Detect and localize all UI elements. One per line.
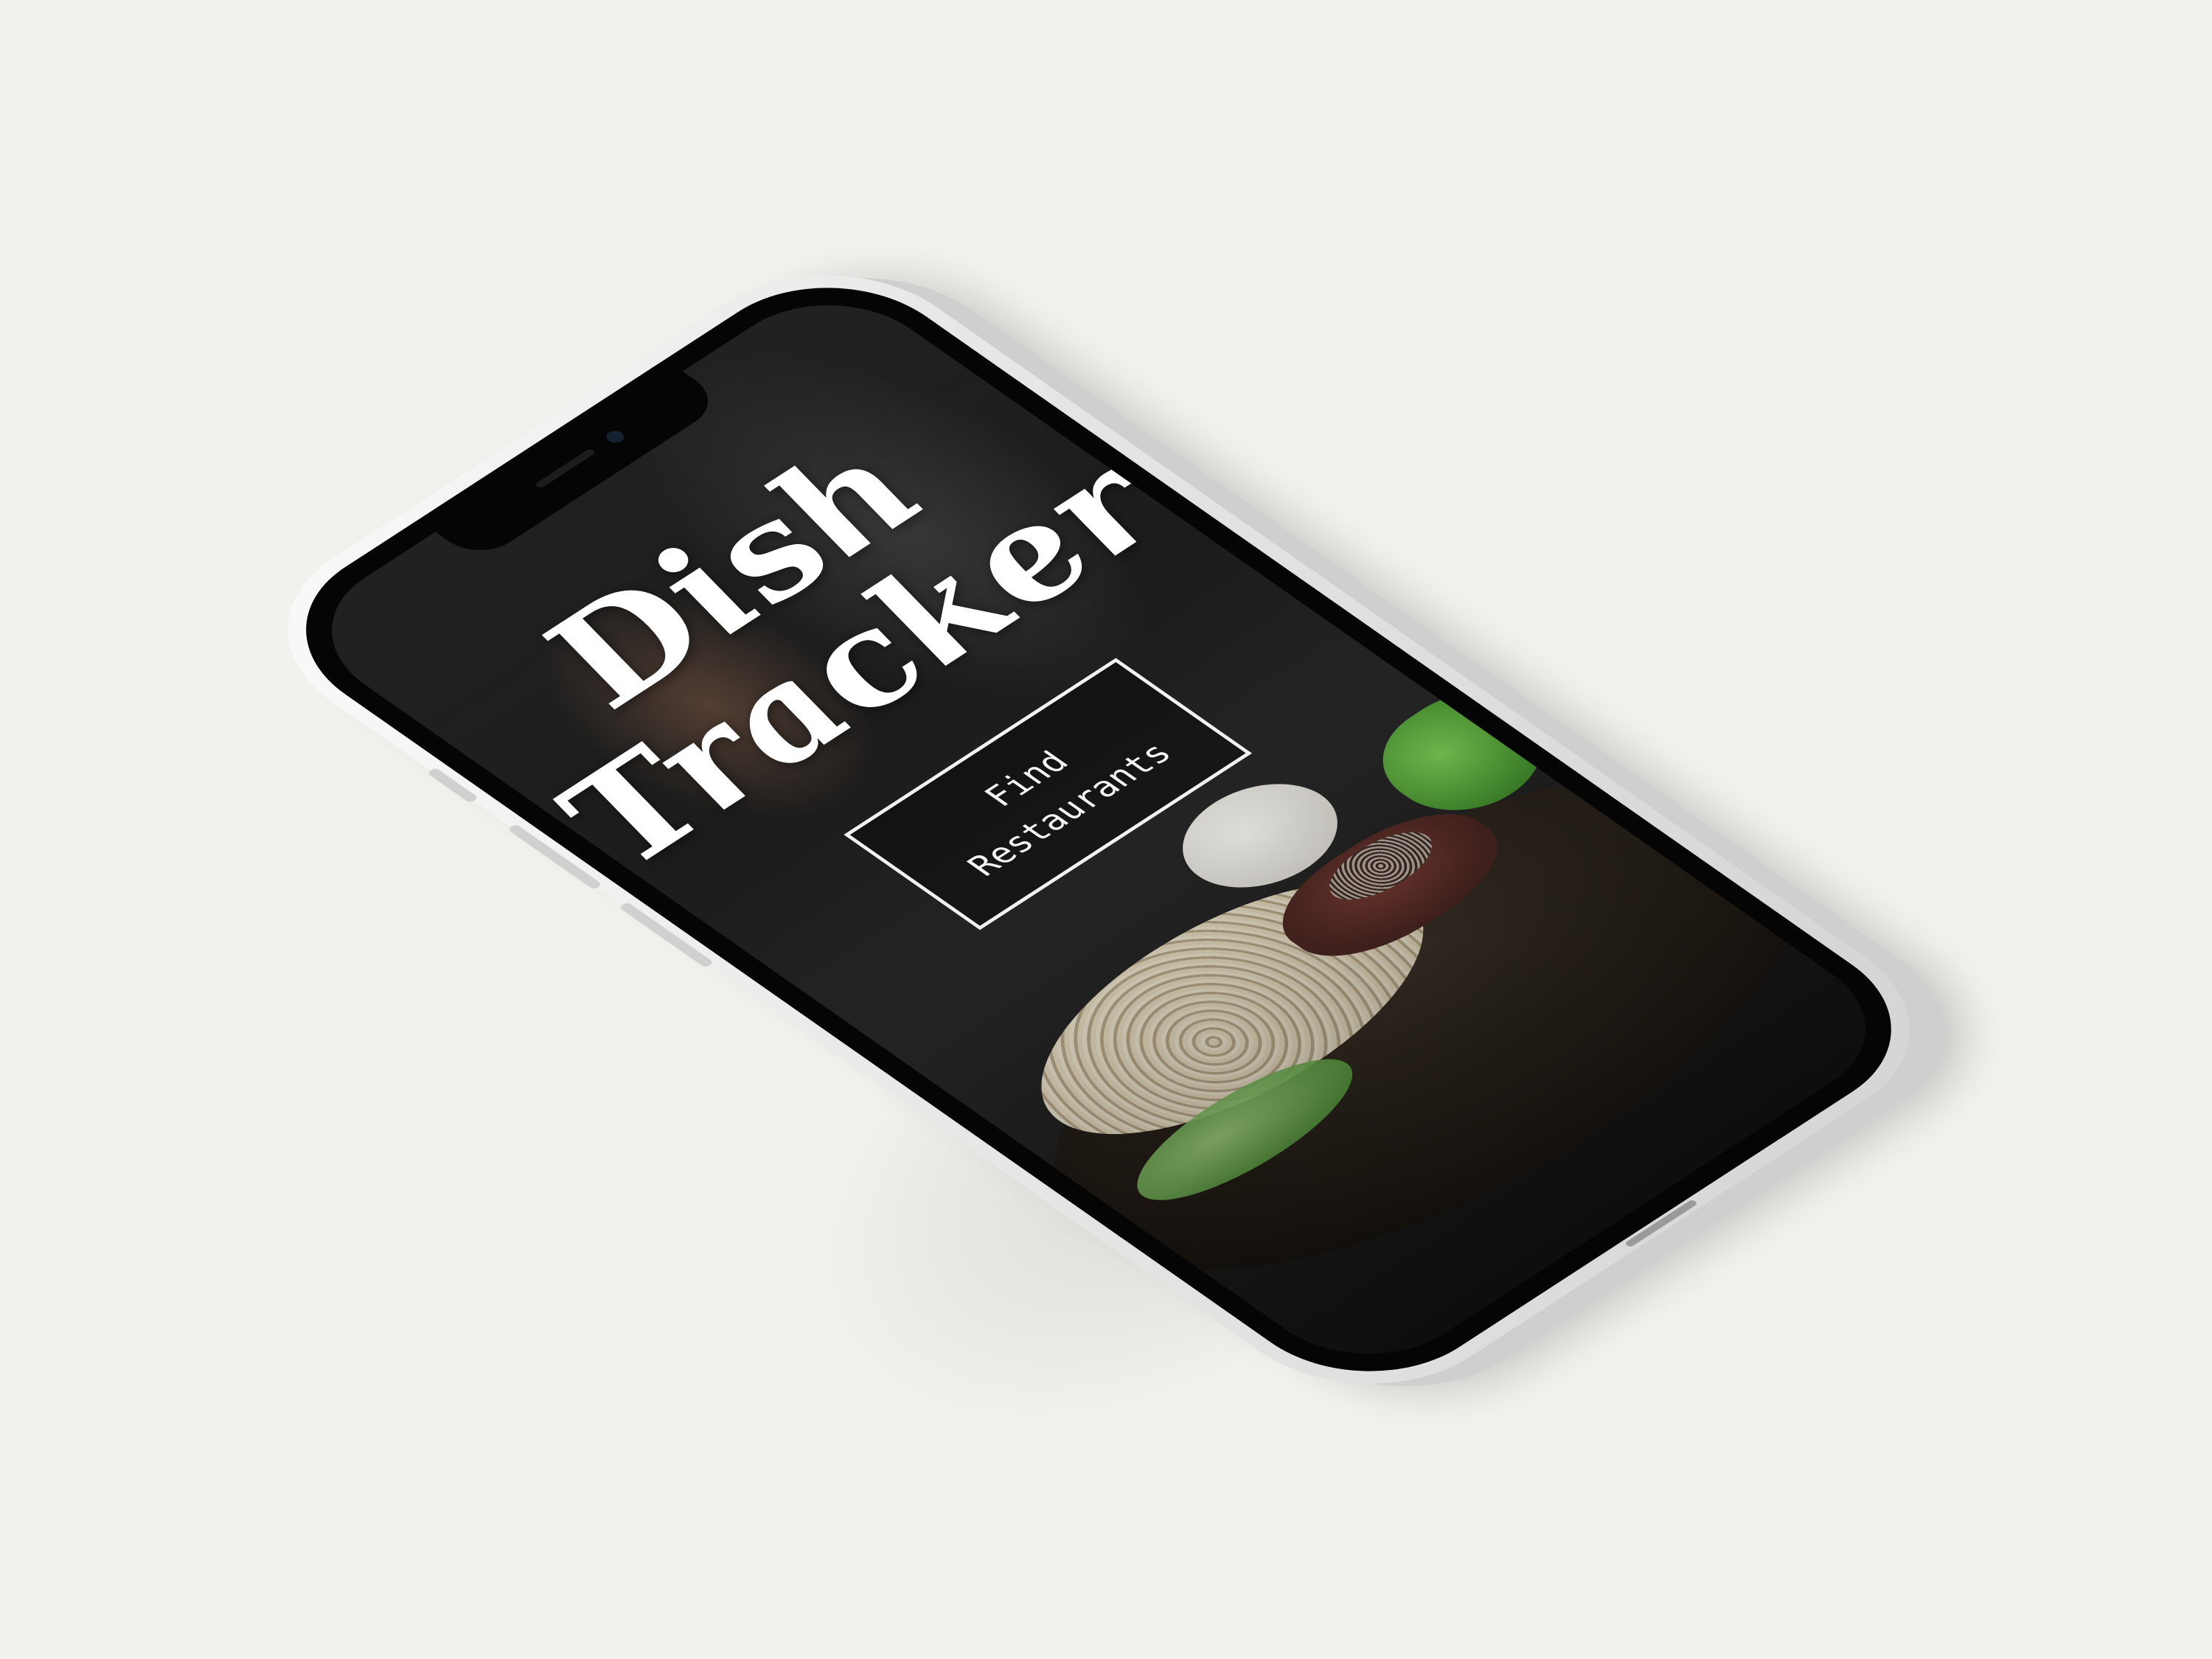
earpiece-speaker	[534, 448, 597, 489]
front-camera-icon	[602, 428, 628, 445]
phone-bezel: Dish Tracker Find Restaurants	[251, 251, 1947, 1408]
mockup-scene: Dish Tracker Find Restaurants	[0, 0, 2212, 1659]
